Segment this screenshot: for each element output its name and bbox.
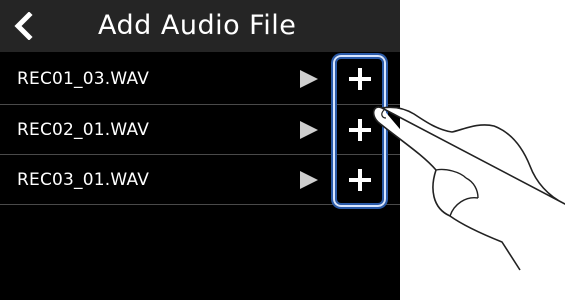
add-file-button[interactable]: [348, 118, 372, 142]
file-name: REC03_01.WAV: [17, 169, 150, 190]
back-button[interactable]: [8, 10, 38, 42]
file-list: REC01_03.WAV REC02_01.WAV REC03_01.WAV: [0, 53, 400, 205]
add-file-button[interactable]: [348, 168, 372, 192]
header-bar: Add Audio File: [0, 0, 400, 52]
file-name: REC01_03.WAV: [17, 68, 150, 89]
file-row: REC01_03.WAV: [0, 53, 400, 105]
play-icon[interactable]: [298, 119, 320, 141]
file-row: REC02_01.WAV: [0, 105, 400, 155]
pointing-hand-illustration: [372, 106, 565, 271]
chevron-left-icon: [14, 12, 33, 40]
device-screen: Add Audio File REC01_03.WAV REC02_01.WAV: [0, 0, 400, 300]
file-row: REC03_01.WAV: [0, 155, 400, 205]
page-title: Add Audio File: [98, 10, 297, 41]
file-name: REC02_01.WAV: [17, 119, 150, 140]
add-file-button[interactable]: [348, 67, 372, 91]
play-icon[interactable]: [298, 169, 320, 191]
play-icon[interactable]: [298, 68, 320, 90]
